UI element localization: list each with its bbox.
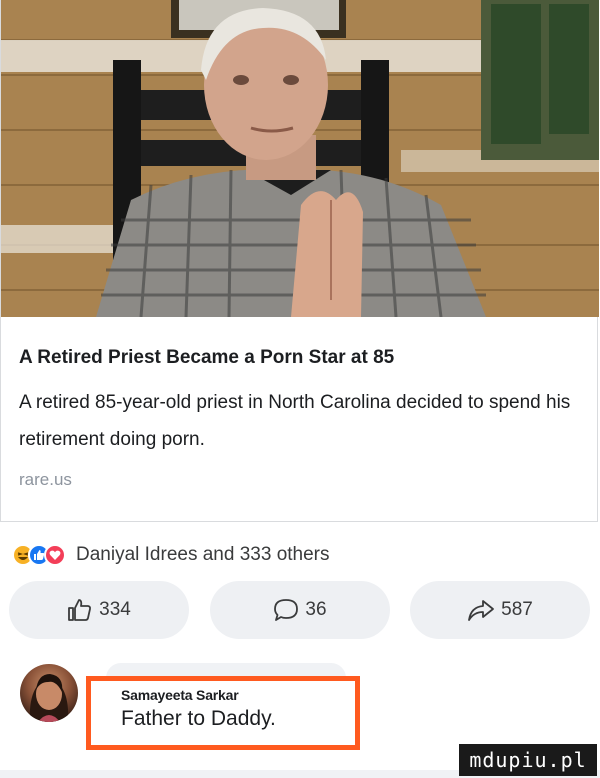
share-count: 587: [501, 599, 533, 620]
link-preview-image[interactable]: [1, 0, 599, 317]
comment-count: 36: [305, 599, 327, 620]
comment-icon: [274, 599, 299, 621]
reactions-text[interactable]: Daniyal Idrees and 333 others: [76, 544, 330, 566]
link-description: A retired 85-year-old priest in North Ca…: [19, 392, 571, 450]
like-count: 334: [99, 599, 131, 620]
comment-text: Father to Daddy.: [121, 707, 276, 730]
link-domain: rare.us: [19, 470, 72, 489]
share-button[interactable]: 587: [410, 581, 590, 639]
priest-photo: [1, 0, 599, 317]
link-preview-card[interactable]: A Retired Priest Became a Porn Star at 8…: [0, 0, 599, 522]
comment-bubble[interactable]: Samayeeta Sarkar Father to Daddy.: [86, 676, 360, 750]
watermark: mdupiu.pl: [459, 744, 597, 776]
share-icon: [468, 600, 495, 621]
reactions-summary[interactable]: Daniyal Idrees and 333 others: [12, 540, 330, 570]
link-title[interactable]: A Retired Priest Became a Porn Star at 8…: [19, 347, 394, 369]
thumbs-up-icon: [68, 599, 92, 621]
commenter-avatar[interactable]: [20, 664, 78, 722]
love-icon: [44, 544, 66, 566]
comment-button[interactable]: 36: [210, 581, 390, 639]
like-button[interactable]: 334: [9, 581, 189, 639]
comment-author[interactable]: Samayeeta Sarkar: [121, 687, 239, 703]
watermark-text: mdupiu.pl: [469, 748, 587, 772]
